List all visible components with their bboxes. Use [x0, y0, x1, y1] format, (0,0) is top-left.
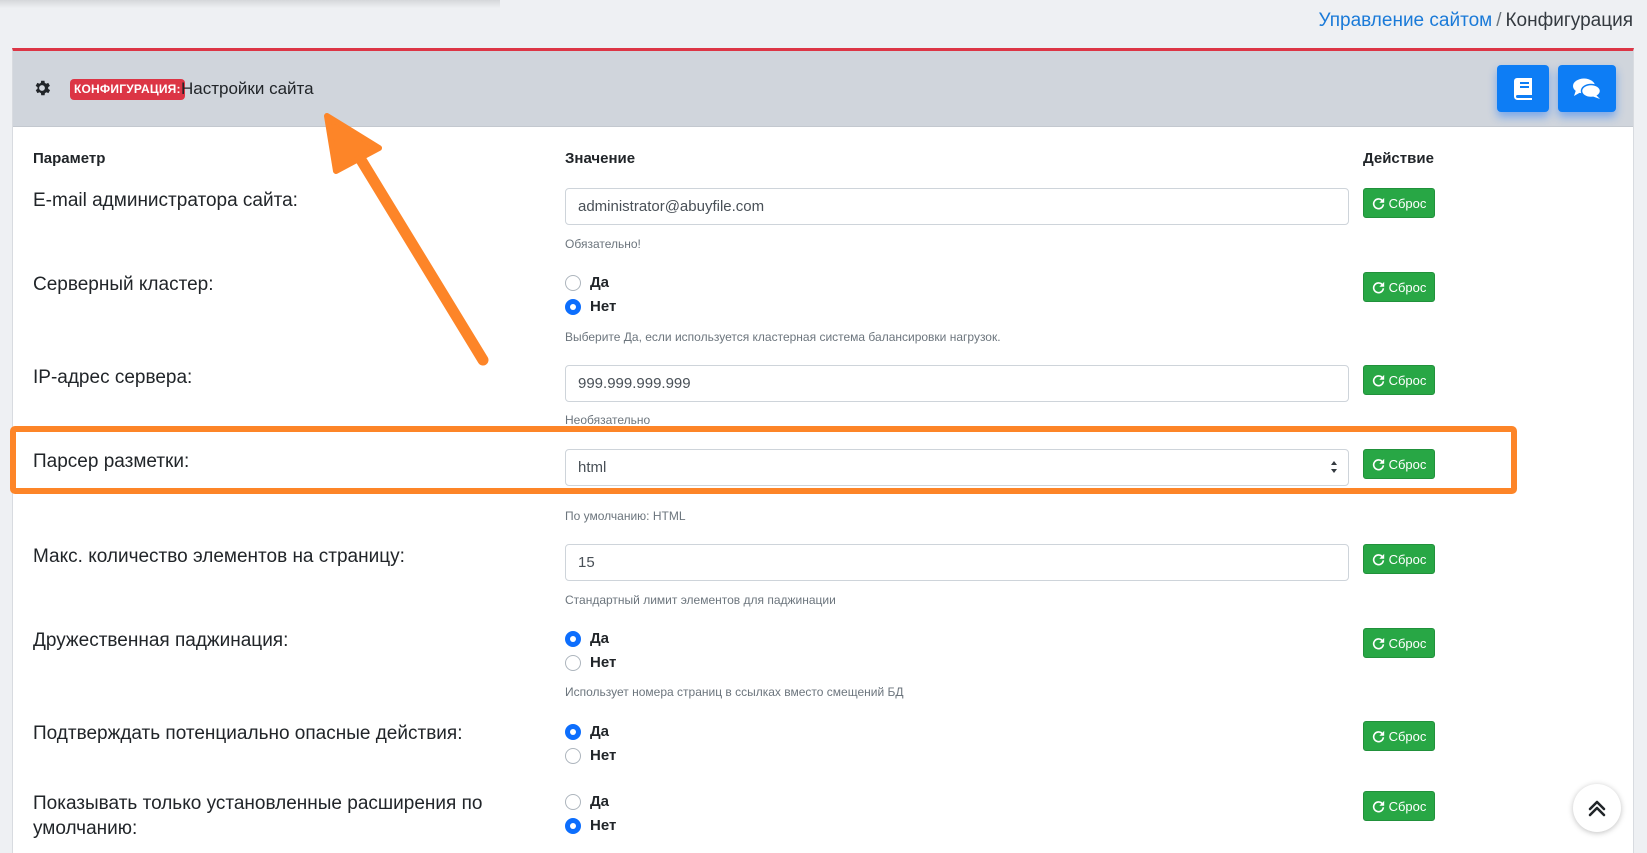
breadcrumb-current: Конфигурация — [1505, 10, 1633, 31]
items-per-page-label: Макс. количество элементов на страницу: — [33, 546, 405, 567]
radio-off-icon — [565, 655, 581, 671]
breadcrumb-separator: / — [1496, 10, 1502, 31]
refresh-icon — [1372, 637, 1384, 649]
friendly-pagination-label: Дружественная паджинация: — [33, 630, 289, 651]
radio-yes-label: Да — [590, 274, 610, 291]
radio-off-icon — [565, 748, 581, 764]
refresh-icon — [1372, 730, 1384, 742]
admin-email-help: Обязательно! — [565, 237, 641, 251]
refresh-icon — [1372, 281, 1384, 293]
refresh-icon — [1372, 553, 1384, 565]
book-icon — [1514, 77, 1532, 100]
installed-extensions-radio-no[interactable]: Нет — [565, 816, 616, 836]
server-ip-label: IP-адрес сервера: — [33, 367, 193, 388]
reset-label: Сброс — [1388, 728, 1427, 744]
cluster-radio-no[interactable]: Нет — [565, 297, 616, 317]
installed-extensions-radio-yes[interactable]: Да — [565, 792, 609, 812]
reset-label: Сброс — [1388, 372, 1427, 388]
radio-no-label: Нет — [590, 654, 617, 671]
radio-yes-label: Да — [590, 630, 610, 647]
reset-label: Сброс — [1388, 279, 1427, 295]
refresh-icon — [1372, 800, 1384, 812]
reset-label: Сброс — [1388, 195, 1427, 211]
reset-button[interactable]: Сброс — [1363, 272, 1435, 302]
items-per-page-input[interactable]: 15 — [565, 544, 1349, 581]
markup-parser-help: По умолчанию: HTML — [565, 509, 686, 523]
reset-button[interactable]: Сброс — [1363, 188, 1435, 218]
support-chat-button[interactable] — [1558, 65, 1616, 112]
comments-icon — [1573, 78, 1601, 99]
radio-yes-label: Да — [590, 793, 610, 810]
column-header-value: Значение — [565, 150, 636, 167]
radio-on-icon — [565, 724, 581, 740]
card-header: КОНФИГУРАЦИЯ: Настройки сайта — [13, 51, 1633, 127]
breadcrumb-link-site-management[interactable]: Управление сайтом — [1319, 10, 1493, 31]
annotation-highlight-box — [10, 426, 1517, 494]
cluster-label: Серверный кластер: — [33, 274, 214, 295]
reset-button[interactable]: Сброс — [1363, 628, 1435, 658]
confirm-dangerous-radio-yes[interactable]: Да — [565, 722, 609, 742]
column-header-param: Параметр — [33, 150, 106, 167]
cluster-radio-yes[interactable]: Да — [565, 273, 609, 293]
gear-icon — [35, 80, 51, 96]
docs-button[interactable] — [1497, 65, 1549, 112]
installed-extensions-label: Показывать только установленные расширен… — [33, 791, 482, 841]
page-title: Настройки сайта — [181, 79, 314, 98]
installed-extensions-label-line1: Показывать только установленные расширен… — [33, 793, 483, 814]
radio-off-icon — [565, 794, 581, 810]
top-shadow — [0, 0, 500, 8]
confirm-dangerous-label: Подтверждать потенциально опасные действ… — [33, 723, 463, 744]
radio-on-icon — [565, 299, 581, 315]
radio-yes-label: Да — [590, 723, 610, 740]
installed-extensions-label-line2: умолчанию: — [33, 818, 138, 839]
refresh-icon — [1372, 374, 1384, 386]
admin-email-label: E-mail администратора сайта: — [33, 190, 298, 211]
reset-button[interactable]: Сброс — [1363, 365, 1435, 395]
refresh-icon — [1372, 197, 1384, 209]
breadcrumb: Управление сайтом / Конфигурация — [1319, 8, 1634, 34]
reset-button[interactable]: Сброс — [1363, 721, 1435, 751]
radio-no-label: Нет — [590, 747, 617, 764]
double-chevron-up-icon — [1588, 800, 1606, 817]
friendly-pagination-radio-no[interactable]: Нет — [565, 653, 616, 673]
config-badge: КОНФИГУРАЦИЯ: — [70, 79, 185, 100]
reset-label: Сброс — [1388, 635, 1427, 651]
radio-off-icon — [565, 275, 581, 291]
friendly-pagination-help: Использует номера страниц в ссылках вмес… — [565, 685, 904, 699]
radio-on-icon — [565, 818, 581, 834]
items-per-page-help: Стандартный лимит элементов для паджинац… — [565, 593, 836, 607]
confirm-dangerous-radio-no[interactable]: Нет — [565, 746, 616, 766]
radio-no-label: Нет — [590, 298, 617, 315]
radio-no-label: Нет — [590, 817, 617, 834]
column-header-action: Действие — [1363, 150, 1434, 167]
scroll-to-top-button[interactable] — [1573, 784, 1621, 832]
reset-button[interactable]: Сброс — [1363, 544, 1435, 574]
reset-button[interactable]: Сброс — [1363, 791, 1435, 821]
admin-email-input[interactable]: administrator@abuyfile.com — [565, 188, 1349, 225]
friendly-pagination-radio-yes[interactable]: Да — [565, 629, 609, 649]
radio-on-icon — [565, 631, 581, 647]
server-ip-input[interactable]: 999.999.999.999 — [565, 365, 1349, 402]
reset-label: Сброс — [1388, 798, 1427, 814]
reset-label: Сброс — [1388, 551, 1427, 567]
cluster-help: Выберите Да, если используется кластерна… — [565, 330, 1001, 344]
